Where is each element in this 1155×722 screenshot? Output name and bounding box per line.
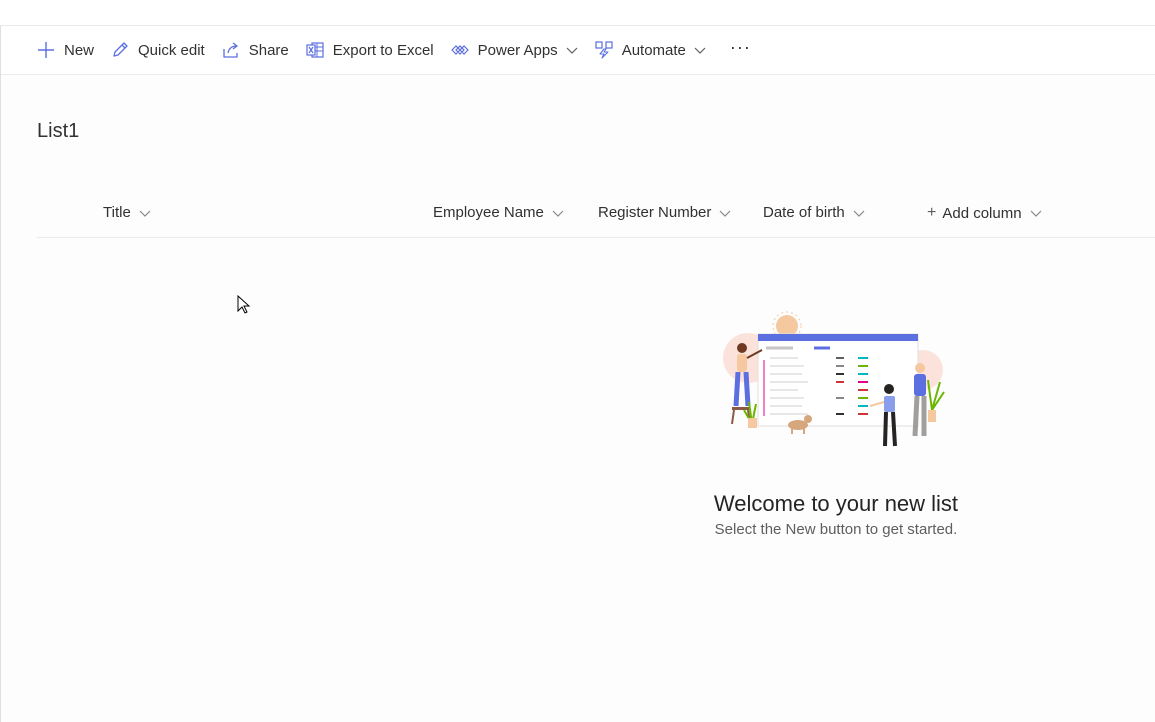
column-header-date-of-birth[interactable]: Date of birth [763, 204, 865, 221]
pencil-icon [110, 40, 130, 60]
power-apps-icon [450, 40, 470, 60]
content-frame [0, 26, 1155, 722]
more-options-button[interactable]: ··· [720, 29, 761, 65]
power-apps-label: Power Apps [477, 41, 558, 59]
chevron-down-icon [853, 207, 865, 219]
automate-label: Automate [621, 41, 686, 59]
new-label: New [64, 41, 95, 59]
column-header-register-number[interactable]: Register Number [598, 204, 731, 221]
share-icon [221, 40, 241, 60]
command-bar: New Quick edit Share Export to Excel Pow… [1, 26, 1155, 75]
new-button[interactable]: New [34, 32, 102, 68]
plus-icon: + [927, 204, 937, 221]
mouse-cursor-icon [237, 294, 251, 315]
column-header-label: Employee Name [433, 204, 544, 221]
automate-icon [594, 40, 614, 60]
plus-icon [36, 40, 56, 60]
chevron-down-icon [1030, 207, 1042, 219]
chevron-down-icon [139, 207, 151, 219]
chevron-down-icon [694, 44, 706, 56]
list-title: List1 [37, 120, 80, 142]
automate-button[interactable]: Automate [592, 32, 714, 68]
chevron-down-icon [719, 207, 731, 219]
chevron-down-icon [566, 44, 578, 56]
export-label: Export to Excel [332, 41, 434, 59]
column-header-employee-name[interactable]: Employee Name [433, 204, 564, 221]
export-to-excel-button[interactable]: Export to Excel [303, 32, 442, 68]
column-header-row: Title Employee Name Register Number Date… [37, 192, 1155, 238]
column-header-label: Title [103, 204, 131, 221]
empty-state-heading: Welcome to your new list [713, 491, 959, 516]
excel-icon [305, 40, 325, 60]
add-column-label: Add column [942, 204, 1022, 222]
power-apps-button[interactable]: Power Apps [448, 32, 586, 68]
chevron-down-icon [552, 207, 564, 219]
quick-edit-label: Quick edit [138, 41, 205, 59]
column-header-label: Date of birth [763, 204, 845, 221]
empty-list-illustration [718, 310, 958, 455]
column-header-title[interactable]: Title [103, 204, 151, 221]
column-header-label: Register Number [598, 204, 712, 221]
empty-state-subtext: Select the New button to get started. [714, 521, 958, 538]
ellipsis-icon: ··· [729, 36, 751, 57]
top-strip [0, 0, 1155, 26]
share-label: Share [248, 41, 289, 59]
share-button[interactable]: Share [219, 32, 297, 68]
add-column-button[interactable]: + Add column [927, 204, 1042, 222]
quick-edit-button[interactable]: Quick edit [108, 32, 213, 68]
